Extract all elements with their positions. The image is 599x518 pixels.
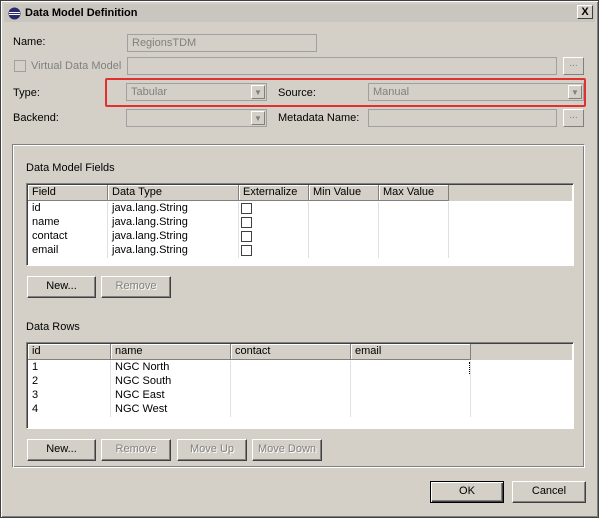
max-value-cell[interactable] xyxy=(379,216,449,230)
virtual-data-model-checkbox[interactable] xyxy=(14,60,26,72)
data-rows-table[interactable]: id name contact email 1 NGC North 2 NGC … xyxy=(26,342,574,429)
rows-new-button[interactable]: New... xyxy=(27,439,96,461)
max-value-cell[interactable] xyxy=(379,230,449,244)
table-row[interactable]: email java.lang.String xyxy=(28,244,572,258)
externalize-cell[interactable] xyxy=(239,216,309,230)
field-cell[interactable]: id xyxy=(28,202,108,216)
table-row[interactable]: name java.lang.String xyxy=(28,216,572,230)
virtual-browse-button[interactable]: ... xyxy=(563,57,584,75)
virtual-data-model-label: Virtual Data Model xyxy=(31,60,122,72)
contact-cell[interactable] xyxy=(231,361,351,375)
fields-remove-button[interactable]: Remove xyxy=(101,276,171,298)
data-type-cell[interactable]: java.lang.String xyxy=(108,230,239,244)
contact-cell[interactable] xyxy=(231,403,351,417)
backend-select[interactable]: ▼ xyxy=(126,109,267,127)
table-row[interactable]: 4 NGC West xyxy=(28,403,572,417)
data-type-cell[interactable]: java.lang.String xyxy=(108,202,239,216)
metadata-name-field[interactable] xyxy=(368,109,557,127)
externalize-cell[interactable] xyxy=(239,202,309,216)
id-cell[interactable]: 4 xyxy=(28,403,111,417)
table-row[interactable]: contact java.lang.String xyxy=(28,230,572,244)
rows-table-header: id name contact email xyxy=(28,344,572,360)
chevron-down-icon[interactable]: ▼ xyxy=(251,111,265,125)
rows-col-name[interactable]: name xyxy=(111,344,231,360)
externalize-checkbox[interactable] xyxy=(241,231,252,242)
email-cell[interactable] xyxy=(351,389,471,403)
min-value-cell[interactable] xyxy=(309,216,379,230)
rows-section-title: Data Rows xyxy=(26,321,80,333)
move-down-button[interactable]: Move Down xyxy=(252,439,322,461)
eclipse-app-icon xyxy=(7,6,21,20)
fields-table[interactable]: Field Data Type Externalize Min Value Ma… xyxy=(26,183,574,266)
backend-label: Backend: xyxy=(13,112,59,124)
name-cell[interactable]: NGC North xyxy=(111,361,231,375)
title-bar[interactable]: Data Model Definition X xyxy=(4,4,595,22)
externalize-checkbox[interactable] xyxy=(241,217,252,228)
externalize-cell[interactable] xyxy=(239,244,309,258)
fields-col-max-value[interactable]: Max Value xyxy=(379,185,449,201)
min-value-cell[interactable] xyxy=(309,244,379,258)
type-label: Type: xyxy=(13,87,40,99)
externalize-cell[interactable] xyxy=(239,230,309,244)
ok-button[interactable]: OK xyxy=(430,481,504,503)
rows-col-id[interactable]: id xyxy=(28,344,111,360)
fields-col-field[interactable]: Field xyxy=(28,185,108,201)
id-cell[interactable]: 2 xyxy=(28,375,111,389)
externalize-checkbox[interactable] xyxy=(241,245,252,256)
window-title: Data Model Definition xyxy=(25,7,138,19)
close-button[interactable]: X xyxy=(577,5,593,19)
field-cell[interactable]: contact xyxy=(28,230,108,244)
field-cell[interactable]: name xyxy=(28,216,108,230)
email-cell[interactable] xyxy=(351,361,471,375)
name-cell[interactable]: NGC South xyxy=(111,375,231,389)
metadata-browse-button[interactable]: ... xyxy=(563,109,584,127)
min-value-cell[interactable] xyxy=(309,202,379,216)
name-label: Name: xyxy=(13,36,46,48)
cancel-button[interactable]: Cancel xyxy=(512,481,586,503)
table-row[interactable]: 2 NGC South xyxy=(28,375,572,389)
fields-col-min-value[interactable]: Min Value xyxy=(309,185,379,201)
fields-col-data-type[interactable]: Data Type xyxy=(108,185,239,201)
cell-focus-indicator xyxy=(469,362,470,374)
fields-new-button[interactable]: New... xyxy=(27,276,96,298)
close-icon: X xyxy=(581,5,589,18)
metadata-name-label: Metadata Name: xyxy=(278,112,360,124)
data-type-cell[interactable]: java.lang.String xyxy=(108,216,239,230)
rows-col-email[interactable]: email xyxy=(351,344,471,360)
max-value-cell[interactable] xyxy=(379,202,449,216)
fields-table-header: Field Data Type Externalize Min Value Ma… xyxy=(28,185,572,201)
id-cell[interactable]: 3 xyxy=(28,389,111,403)
max-value-cell[interactable] xyxy=(379,244,449,258)
fields-section-title: Data Model Fields xyxy=(26,162,115,174)
move-up-button[interactable]: Move Up xyxy=(177,439,247,461)
table-row[interactable]: 3 NGC East xyxy=(28,389,572,403)
email-cell[interactable] xyxy=(351,403,471,417)
name-field[interactable]: RegionsTDM xyxy=(127,34,317,52)
rows-col-contact[interactable]: contact xyxy=(231,344,351,360)
field-cell[interactable]: email xyxy=(28,244,108,258)
contact-cell[interactable] xyxy=(231,375,351,389)
externalize-checkbox[interactable] xyxy=(241,203,252,214)
table-row[interactable]: 1 NGC North xyxy=(28,361,572,375)
email-cell[interactable] xyxy=(351,375,471,389)
contact-cell[interactable] xyxy=(231,389,351,403)
table-row[interactable]: id java.lang.String xyxy=(28,202,572,216)
id-cell[interactable]: 1 xyxy=(28,361,111,375)
annotation-highlight-box xyxy=(105,78,586,107)
name-cell[interactable]: NGC East xyxy=(111,389,231,403)
data-model-dialog: Data Model Definition X Name: RegionsTDM… xyxy=(0,0,599,518)
rows-remove-button[interactable]: Remove xyxy=(101,439,171,461)
fields-col-externalize[interactable]: Externalize xyxy=(239,185,309,201)
virtual-data-model-field[interactable] xyxy=(127,57,557,75)
data-type-cell[interactable]: java.lang.String xyxy=(108,244,239,258)
name-cell[interactable]: NGC West xyxy=(111,403,231,417)
min-value-cell[interactable] xyxy=(309,230,379,244)
